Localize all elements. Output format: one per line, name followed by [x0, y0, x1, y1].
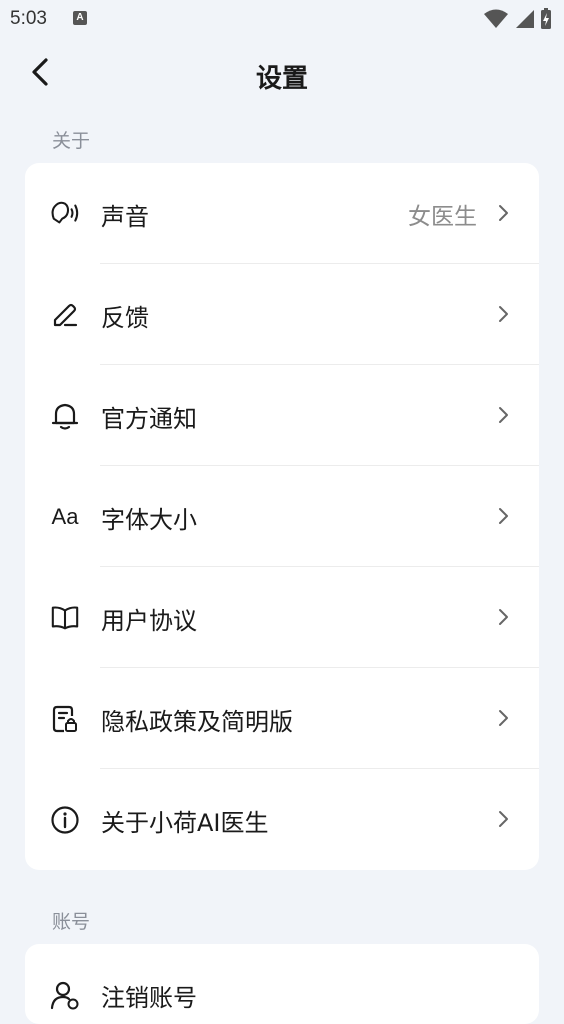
chevron-right-icon: [499, 710, 508, 726]
info-icon: [50, 805, 80, 835]
settings-item-privacy-policy[interactable]: 隐私政策及简明版: [25, 668, 539, 769]
settings-item-delete-account[interactable]: 注销账号: [25, 944, 539, 1024]
edit-pen-icon: [50, 300, 80, 330]
settings-item-label: 隐私政策及简明版: [101, 708, 293, 736]
page-title: 设置: [255, 64, 308, 94]
font-size-icon: Aa: [51, 504, 79, 529]
bell-icon: [50, 401, 80, 431]
section-label-account: 账号: [52, 911, 91, 933]
settings-item-user-agreement[interactable]: 用户协议: [25, 567, 539, 668]
settings-item-feedback[interactable]: 反馈: [25, 264, 539, 365]
settings-card-account: 注销账号: [25, 944, 539, 1024]
voice-icon: [50, 199, 80, 229]
chevron-right-icon: [499, 508, 508, 524]
section-label-about: 关于: [52, 130, 91, 152]
system-icons: [484, 8, 552, 30]
app-header: 设置: [0, 44, 564, 104]
settings-item-label: 反馈: [101, 304, 149, 332]
book-icon: [50, 603, 80, 633]
notification-app-icon: A: [73, 11, 87, 25]
battery-charging-icon: [541, 8, 551, 29]
settings-item-value: 女医生: [408, 204, 477, 230]
settings-item-about[interactable]: 关于小荷AI医生: [25, 769, 539, 870]
status-bar: 5:03 A: [0, 0, 564, 36]
settings-item-notifications[interactable]: 官方通知: [25, 365, 539, 466]
settings-item-label: 声音: [101, 203, 149, 231]
wifi-icon: [484, 9, 508, 28]
settings-item-label: 关于小荷AI医生: [101, 809, 269, 837]
settings-card-about: 声音 女医生 反馈 官方通知 Aa 字体大小 用户协议 隐私政策及简明版 关于小…: [25, 163, 539, 870]
settings-item-label: 用户协议: [101, 607, 197, 635]
chevron-right-icon: [499, 609, 508, 625]
settings-item-label: 字体大小: [101, 506, 197, 534]
chevron-right-icon: [499, 205, 508, 221]
settings-item-label: 注销账号: [101, 984, 197, 1012]
settings-item-voice[interactable]: 声音 女医生: [25, 163, 539, 264]
status-time: 5:03: [10, 8, 47, 29]
settings-item-label: 官方通知: [101, 405, 197, 433]
chevron-right-icon: [499, 306, 508, 322]
chevron-right-icon: [499, 811, 508, 827]
chevron-right-icon: [499, 407, 508, 423]
settings-item-font-size[interactable]: Aa 字体大小: [25, 466, 539, 567]
user-account-icon: [50, 980, 80, 1010]
privacy-document-lock-icon: [50, 704, 80, 734]
signal-icon: [516, 10, 534, 28]
